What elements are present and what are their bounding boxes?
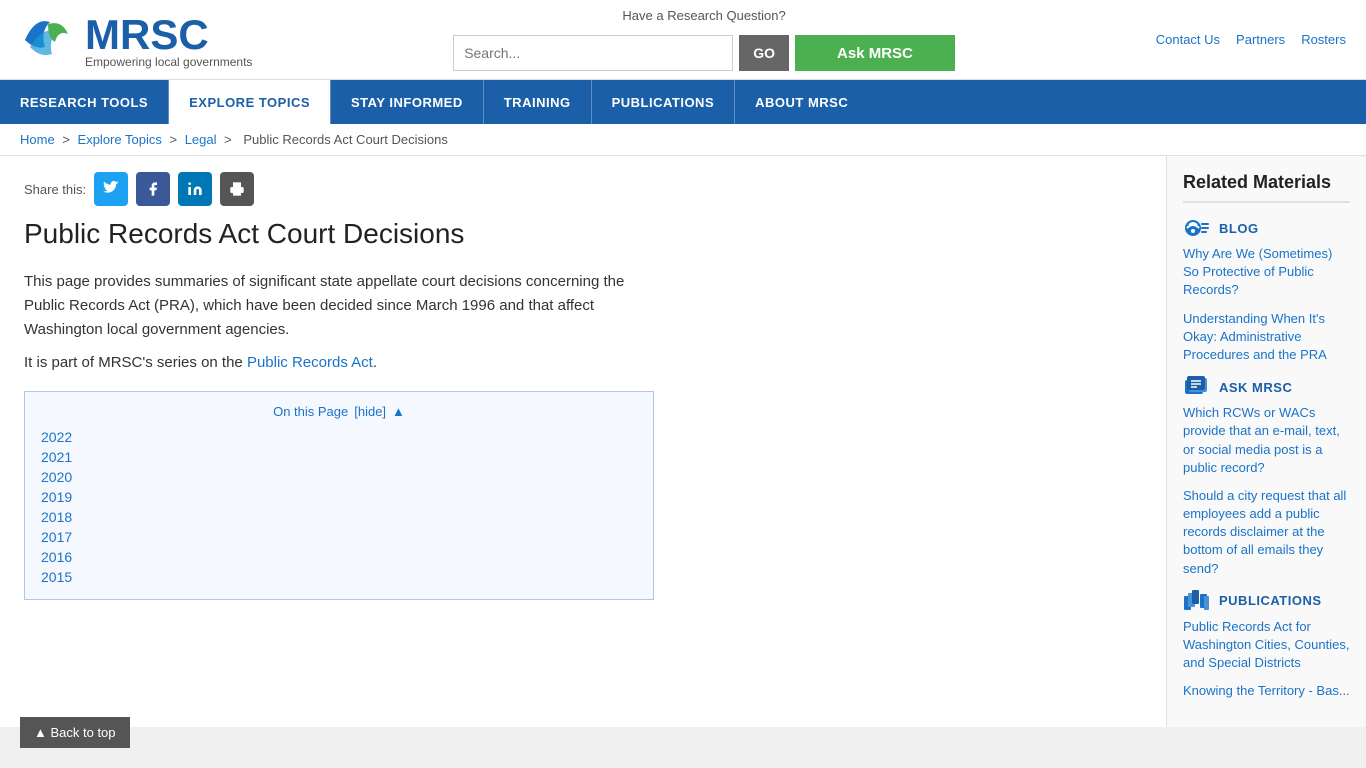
breadcrumb-sep-1: > bbox=[62, 132, 73, 147]
blog-section-label: BLOG bbox=[1219, 221, 1259, 236]
breadcrumb-explore-topics[interactable]: Explore Topics bbox=[78, 132, 162, 147]
top-bar: MRSC Empowering local governments Have a… bbox=[0, 0, 1366, 80]
toc-year-link[interactable]: 2017 bbox=[41, 527, 637, 547]
share-facebook-button[interactable] bbox=[136, 172, 170, 206]
related-publications-header: PUBLICATIONS bbox=[1183, 590, 1350, 612]
research-question: Have a Research Question? bbox=[622, 8, 785, 23]
ask-link-2[interactable]: Should a city request that all employees… bbox=[1183, 487, 1350, 578]
print-icon bbox=[229, 181, 245, 197]
logo-text-area: MRSC Empowering local governments bbox=[85, 11, 252, 69]
page-title: Public Records Act Court Decisions bbox=[24, 218, 1142, 250]
blog-icon bbox=[1183, 217, 1211, 239]
go-button[interactable]: GO bbox=[739, 35, 789, 71]
main-layout: Share this: bbox=[0, 156, 1366, 727]
share-row: Share this: bbox=[24, 172, 1142, 206]
search-area: Have a Research Question? GO Ask MRSC bbox=[453, 8, 955, 71]
publications-section-label: PUBLICATIONS bbox=[1219, 593, 1322, 608]
twitter-icon bbox=[103, 181, 119, 197]
toc-year-link[interactable]: 2018 bbox=[41, 507, 637, 527]
toc-header[interactable]: On this Page [hide] ▲ bbox=[41, 404, 637, 419]
blog-link-1[interactable]: Why Are We (Sometimes) So Protective of … bbox=[1183, 245, 1350, 300]
mrsc-logo-icon bbox=[20, 12, 75, 67]
nav-explore-topics[interactable]: EXPLORE TOPICS bbox=[169, 80, 330, 124]
partners-link[interactable]: Partners bbox=[1236, 32, 1285, 47]
logo-title: MRSC bbox=[85, 11, 252, 59]
toc-hide-link[interactable]: [hide] bbox=[354, 404, 386, 419]
nav-training[interactable]: TRAINING bbox=[484, 80, 591, 124]
contact-us-link[interactable]: Contact Us bbox=[1156, 32, 1220, 47]
ask-mrsc-icon bbox=[1183, 376, 1211, 398]
back-to-top-button[interactable]: ▲ Back to top bbox=[20, 717, 130, 748]
series-text-before: It is part of MRSC's series on the bbox=[24, 354, 243, 371]
body-paragraph-1: This page provides summaries of signific… bbox=[24, 270, 664, 342]
share-linkedin-button[interactable] bbox=[178, 172, 212, 206]
nav-research-tools[interactable]: RESEARCH TOOLS bbox=[0, 80, 168, 124]
toc-on-this-page: On this Page bbox=[273, 404, 348, 419]
related-ask-header: ASK MRSC bbox=[1183, 376, 1350, 398]
related-blog-header: BLOG bbox=[1183, 217, 1350, 239]
breadcrumb: Home > Explore Topics > Legal > Public R… bbox=[0, 124, 1366, 156]
related-materials-title: Related Materials bbox=[1183, 172, 1350, 203]
nav-bar: RESEARCH TOOLS EXPLORE TOPICS STAY INFOR… bbox=[0, 80, 1366, 124]
share-twitter-button[interactable] bbox=[94, 172, 128, 206]
ask-section-label: ASK MRSC bbox=[1219, 380, 1292, 395]
nav-about-mrsc[interactable]: ABOUT MRSC bbox=[735, 80, 868, 124]
toc-links: 20222021202020192018201720162015 bbox=[41, 427, 637, 587]
breadcrumb-sep-2: > bbox=[169, 132, 180, 147]
toc-year-link[interactable]: 2019 bbox=[41, 487, 637, 507]
toc-box: On this Page [hide] ▲ 202220212020201920… bbox=[24, 391, 654, 600]
search-input[interactable] bbox=[453, 35, 733, 71]
pub-link-1[interactable]: Public Records Act for Washington Cities… bbox=[1183, 618, 1350, 673]
series-text-after: . bbox=[373, 354, 377, 371]
linkedin-icon bbox=[187, 181, 203, 197]
toc-arrow-icon: ▲ bbox=[392, 404, 405, 419]
sidebar: Related Materials BLOG Why Are We (Somet… bbox=[1166, 156, 1366, 727]
top-bar-links: Contact Us Partners Rosters bbox=[1156, 32, 1346, 47]
logo-subtitle: Empowering local governments bbox=[85, 55, 252, 69]
toc-year-link[interactable]: 2022 bbox=[41, 427, 637, 447]
share-print-button[interactable] bbox=[220, 172, 254, 206]
breadcrumb-sep-3: > bbox=[224, 132, 235, 147]
share-label: Share this: bbox=[24, 182, 86, 197]
nav-publications[interactable]: PUBLICATIONS bbox=[592, 80, 735, 124]
breadcrumb-current: Public Records Act Court Decisions bbox=[243, 132, 447, 147]
toc-year-link[interactable]: 2015 bbox=[41, 567, 637, 587]
ask-link-1[interactable]: Which RCWs or WACs provide that an e-mai… bbox=[1183, 404, 1350, 477]
body-paragraph-2: It is part of MRSC's series on the Publi… bbox=[24, 354, 664, 371]
ask-mrsc-button[interactable]: Ask MRSC bbox=[795, 35, 955, 71]
toc-year-link[interactable]: 2021 bbox=[41, 447, 637, 467]
search-row: GO Ask MRSC bbox=[453, 35, 955, 71]
toc-year-link[interactable]: 2020 bbox=[41, 467, 637, 487]
public-records-act-link[interactable]: Public Records Act bbox=[247, 354, 373, 371]
rosters-link[interactable]: Rosters bbox=[1301, 32, 1346, 47]
logo-area: MRSC Empowering local governments bbox=[20, 11, 252, 69]
content-area: Share this: bbox=[0, 156, 1166, 727]
blog-link-2[interactable]: Understanding When It's Okay: Administra… bbox=[1183, 310, 1350, 365]
breadcrumb-legal[interactable]: Legal bbox=[185, 132, 217, 147]
breadcrumb-home[interactable]: Home bbox=[20, 132, 55, 147]
pub-link-2[interactable]: Knowing the Territory - Bas... bbox=[1183, 682, 1350, 700]
publications-icon bbox=[1183, 590, 1211, 612]
nav-stay-informed[interactable]: STAY INFORMED bbox=[331, 80, 483, 124]
facebook-icon bbox=[145, 181, 161, 197]
toc-year-link[interactable]: 2016 bbox=[41, 547, 637, 567]
